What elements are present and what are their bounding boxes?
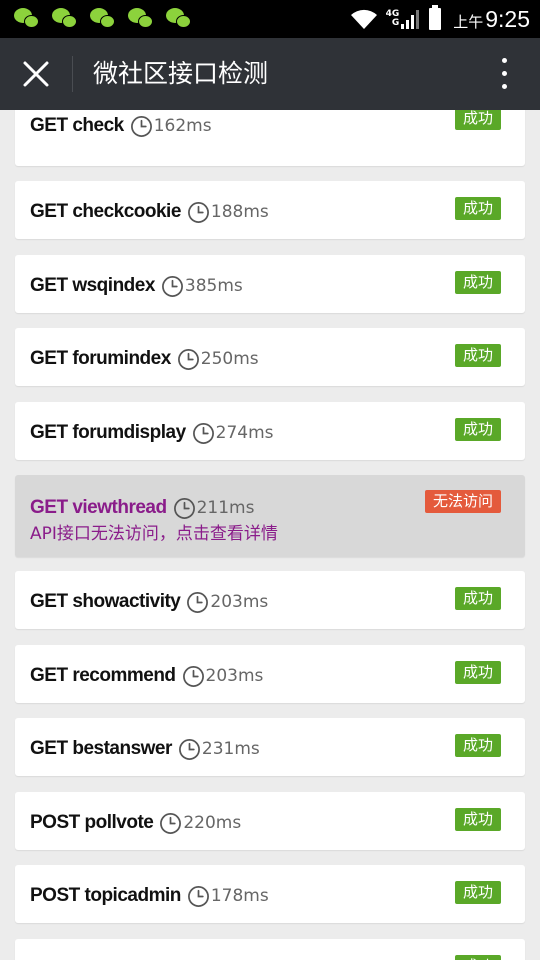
status-badge-success: 成功 xyxy=(454,197,501,220)
clock-icon xyxy=(187,201,209,223)
api-item-line: GET forumindex 250ms xyxy=(30,347,259,371)
status-badge-success: 成功 xyxy=(454,344,501,367)
response-time: 274ms xyxy=(215,423,274,443)
api-item-line: GET forumdisplay 274ms xyxy=(30,421,274,445)
api-item-line: GET wsqindex 385ms xyxy=(30,274,243,298)
status-badge-success: 成功 xyxy=(454,110,501,130)
api-endpoint-label: POST pollvote xyxy=(30,812,154,833)
api-item-line: GET recommend 203ms xyxy=(30,664,263,688)
api-list-item[interactable]: POST pollvote 220ms 成功 xyxy=(15,792,525,850)
response-time: 162ms xyxy=(153,116,212,136)
api-endpoint-label: POST topicadmin xyxy=(30,885,181,906)
api-endpoint-label: GET recommend xyxy=(30,665,176,686)
title-divider xyxy=(72,56,73,92)
response-time: 250ms xyxy=(200,349,259,369)
wifi-icon xyxy=(350,9,377,29)
clock-icon xyxy=(178,738,200,760)
clock-icon xyxy=(173,497,195,519)
api-item-line: GET showactivity 203ms xyxy=(30,590,268,614)
error-detail-link[interactable]: API接口无法访问，点击查看详情 xyxy=(30,519,278,544)
response-time: 188ms xyxy=(210,202,269,222)
more-vertical-icon[interactable] xyxy=(502,58,508,90)
api-list-item[interactable]: GET forumindex 250ms 成功 xyxy=(15,328,525,386)
api-endpoint-label: GET checkcookie xyxy=(30,201,181,222)
wechat-notification-icon xyxy=(166,8,194,30)
api-item-line: GET bestanswer 231ms xyxy=(30,737,260,761)
response-time: 203ms xyxy=(205,666,264,686)
signal-icon xyxy=(401,10,420,29)
status-badge-success: 成功 xyxy=(454,881,501,904)
clock-icon xyxy=(161,275,183,297)
status-badge-fail: 无法访问 xyxy=(424,490,501,513)
api-endpoint-label: GET showactivity xyxy=(30,591,181,612)
clock-icon xyxy=(160,812,182,834)
clock-icon xyxy=(130,115,152,137)
wechat-notification-icon xyxy=(52,8,80,30)
status-badge-success: 成功 xyxy=(454,808,501,831)
api-check-list: GET check 162ms 成功 GET checkcookie 188ms 成功 GE… xyxy=(0,110,540,960)
api-item-line: GET checkcookie 188ms xyxy=(30,200,269,224)
status-badge-success: 成功 xyxy=(454,734,501,757)
status-badge-success: 成功 xyxy=(454,271,501,294)
status-badge-success: 成功 xyxy=(454,587,501,610)
clock-time: 9:25 xyxy=(485,5,530,32)
network-type-label: 4G G xyxy=(385,9,400,28)
wechat-notification-icon xyxy=(90,8,118,30)
api-list-item[interactable]: GET wsqindex 385ms 成功 xyxy=(15,255,525,313)
api-list-item[interactable]: GET checkcookie 188ms 成功 xyxy=(15,181,525,239)
api-endpoint-label: GET wsqindex xyxy=(30,275,155,296)
api-item-line: GET viewthread 211ms xyxy=(30,496,254,520)
response-time: 178ms xyxy=(210,886,269,906)
notification-icons xyxy=(14,8,194,30)
response-time: 231ms xyxy=(201,739,260,759)
close-icon[interactable] xyxy=(22,60,50,88)
api-item-line: POST pollvote 220ms xyxy=(30,811,241,835)
api-list-item[interactable]: GET recommend 203ms 成功 xyxy=(15,645,525,703)
api-list-item[interactable]: GET showactivity 203ms 成功 xyxy=(15,571,525,629)
battery-icon xyxy=(429,5,442,30)
wechat-notification-icon xyxy=(14,8,42,30)
api-list-item[interactable]: GET bestanswer 231ms 成功 xyxy=(15,718,525,776)
api-endpoint-label: GET viewthread xyxy=(30,497,167,518)
api-endpoint-label: GET forumdisplay xyxy=(30,422,186,443)
api-list-item[interactable]: POST topicadmin 178ms 成功 xyxy=(15,865,525,923)
response-time: 203ms xyxy=(210,592,269,612)
api-item-line: GET check 162ms xyxy=(30,114,212,138)
api-list-item[interactable]: GET check 162ms 成功 xyxy=(15,110,525,166)
clock-icon xyxy=(187,885,209,907)
api-list-item[interactable]: 成功 xyxy=(15,939,525,960)
api-item-line: POST topicadmin 178ms xyxy=(30,884,269,908)
status-bar: 4G G 上午 9:25 xyxy=(0,0,540,38)
status-badge-success: 成功 xyxy=(454,661,501,684)
clock-icon xyxy=(187,591,209,613)
time-prefix: 上午 xyxy=(453,12,484,31)
clock-icon xyxy=(192,422,214,444)
page-title: 微社区接口检测 xyxy=(93,59,269,88)
clock-icon xyxy=(177,348,199,370)
api-list-item[interactable]: GET forumdisplay 274ms 成功 xyxy=(15,402,525,460)
response-time: 211ms xyxy=(196,498,255,518)
response-time: 220ms xyxy=(183,813,242,833)
api-list-item[interactable]: GET viewthread 211ms 无法访问 API接口无法访问，点击查看详情 xyxy=(15,475,525,557)
api-endpoint-label: GET bestanswer xyxy=(30,738,172,759)
status-badge-success: 成功 xyxy=(454,955,501,960)
clock-icon xyxy=(182,665,204,687)
status-badge-success: 成功 xyxy=(454,418,501,441)
api-endpoint-label: GET check xyxy=(30,115,124,136)
api-endpoint-label: GET forumindex xyxy=(30,348,171,369)
wechat-notification-icon xyxy=(128,8,156,30)
response-time: 385ms xyxy=(184,276,243,296)
title-bar: 微社区接口检测 xyxy=(0,38,540,110)
